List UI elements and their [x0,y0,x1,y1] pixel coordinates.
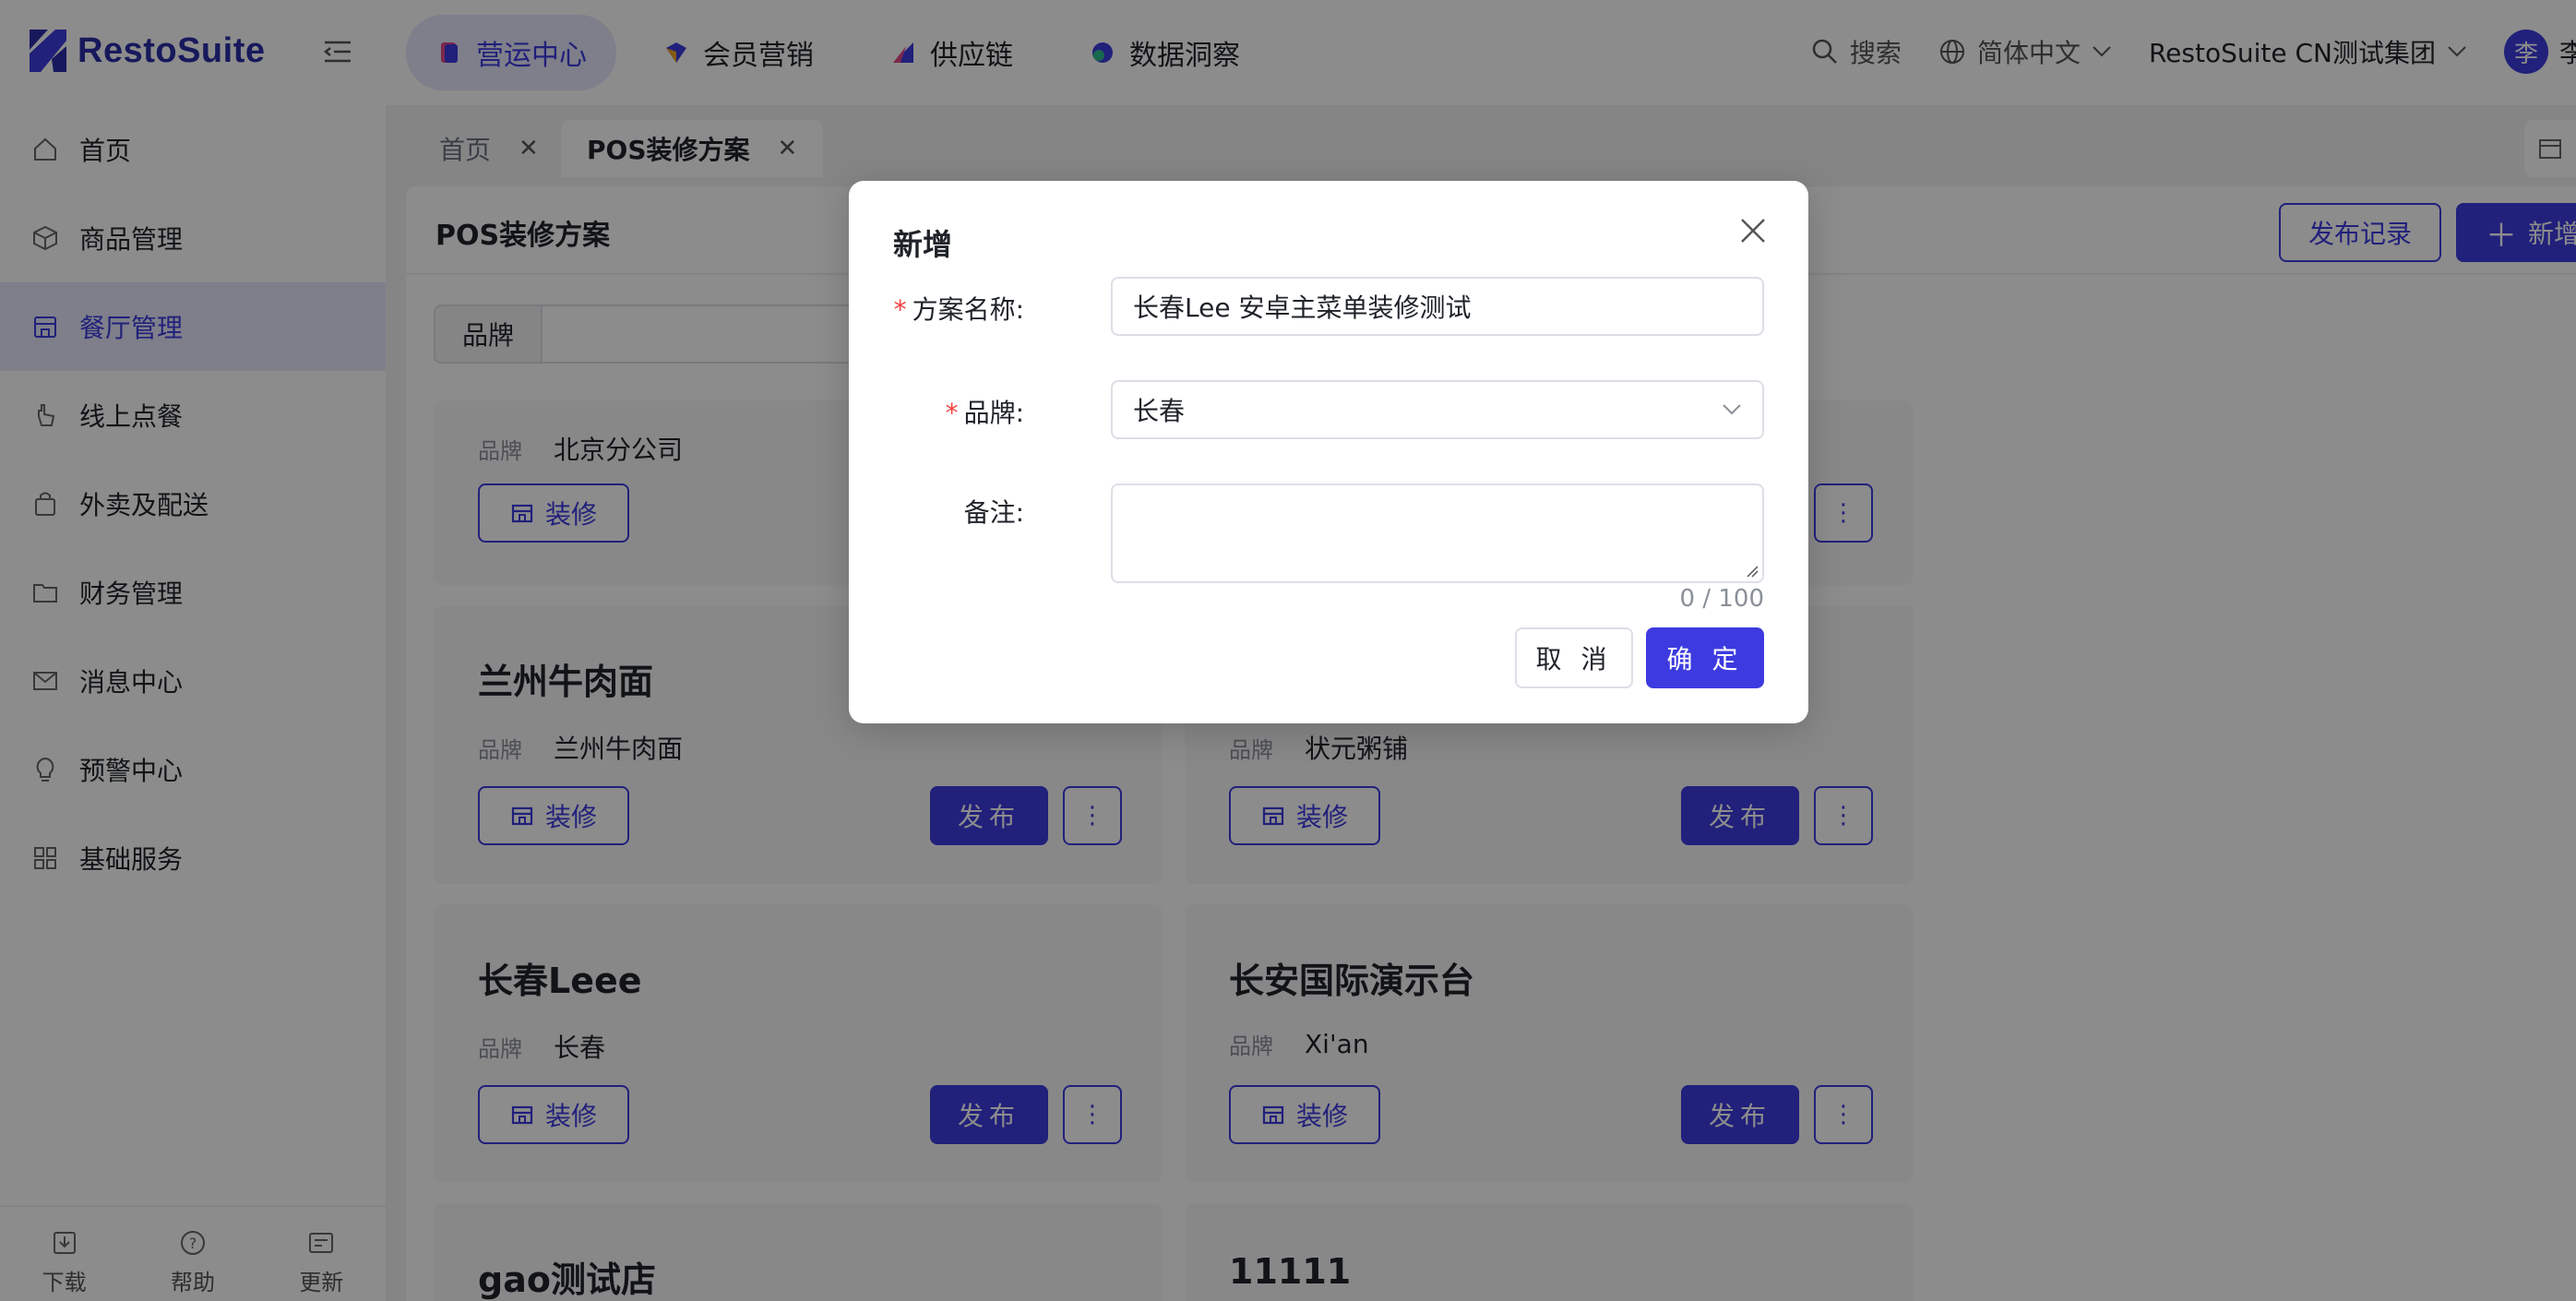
name-label-text: 方案名称: [912,294,1024,325]
char-counter: 0 / 100 [1679,585,1764,613]
brand-select[interactable]: 长春 [1111,380,1764,439]
scheme-name-input[interactable]: 长春Lee 安卓主菜单装修测试 [1111,277,1764,336]
confirm-button[interactable]: 确 定 [1646,627,1764,688]
cancel-button[interactable]: 取 消 [1515,627,1633,688]
scheme-name-value: 长春Lee 安卓主菜单装修测试 [1133,292,1472,323]
dialog-title: 新增 [893,227,953,262]
remark-textarea[interactable] [1111,483,1764,583]
confirm-label: 确 定 [1666,644,1744,674]
remark-label: 备注: [963,497,1024,528]
resize-handle-icon[interactable] [1746,565,1759,578]
required-mark: * [893,294,907,325]
close-icon[interactable] [1738,216,1768,245]
brand-select-value: 长春 [1133,396,1186,426]
cancel-label: 取 消 [1535,644,1613,674]
name-label: * 方案名称: [894,290,1024,327]
brand-label: * 品牌: [946,393,1024,430]
chevron-down-icon [1723,404,1741,415]
required-mark: * [945,398,959,428]
add-scheme-dialog: 新增 *方案名称: 长春Lee 安卓主菜单装修测试 *品牌: 长春 备注: [849,181,1808,723]
brand-label-text: 品牌: [963,398,1024,428]
